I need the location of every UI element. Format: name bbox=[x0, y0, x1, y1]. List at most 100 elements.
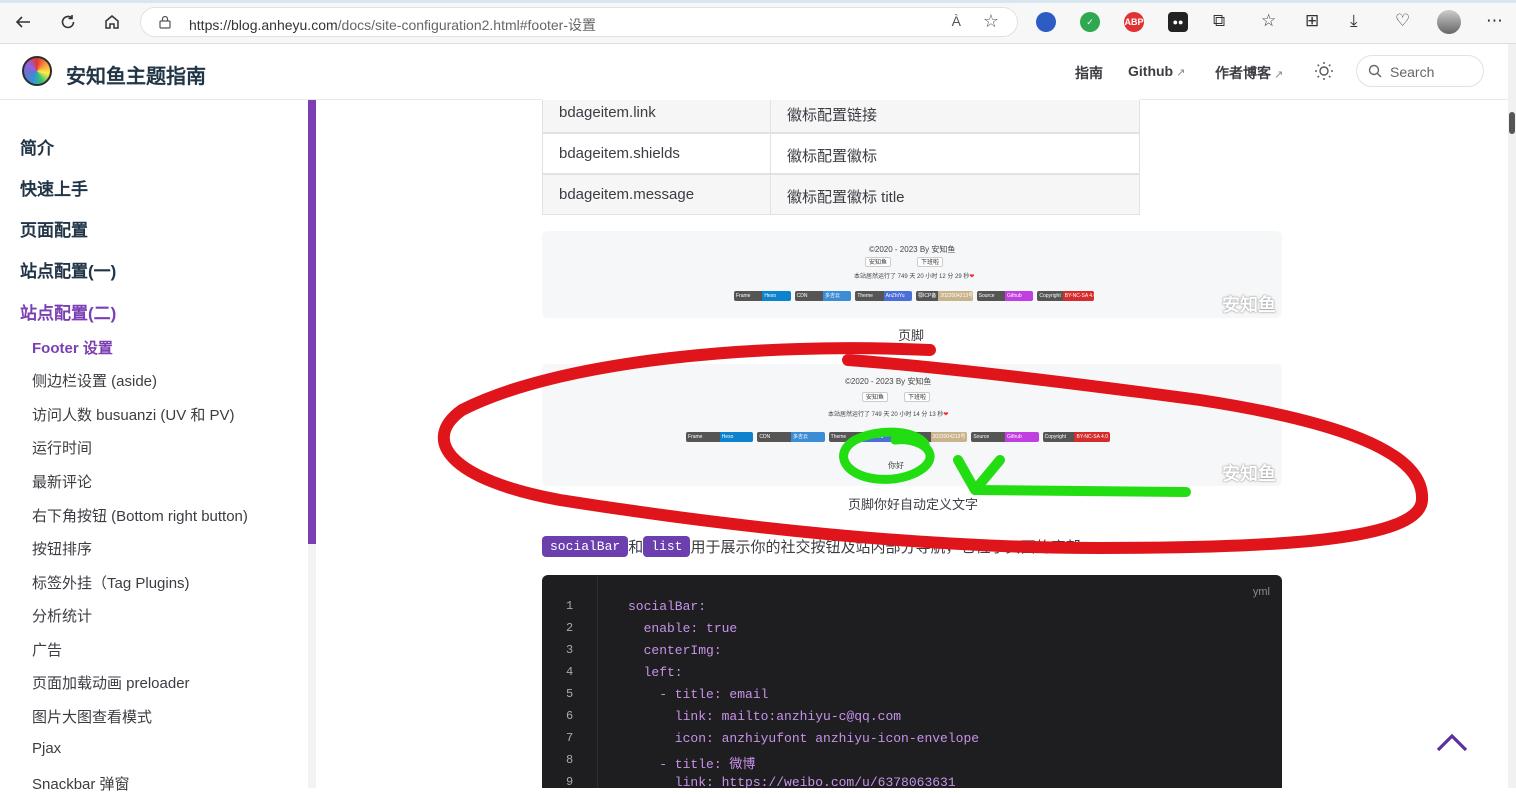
refresh-icon[interactable] bbox=[55, 10, 81, 34]
nav-author-blog-label: 作者博客 bbox=[1215, 65, 1271, 81]
fig2-runtime: 本站居然运行了 749 天 20 小时 14 分 13 秒❤ bbox=[828, 409, 948, 418]
sidebar-item-bottom-right-button[interactable]: 右下角按钮 (Bottom right button) bbox=[32, 505, 248, 526]
badge-value: BY-NC-SA 4.0 bbox=[1062, 291, 1094, 301]
badge-value: AnZhiYu bbox=[883, 291, 912, 301]
code-language-label: yml bbox=[1252, 586, 1270, 598]
code-line: enable: true bbox=[628, 621, 738, 636]
sidebar-item-aside[interactable]: 侧边栏设置 (aside) bbox=[32, 370, 157, 391]
badge-value: 多吉云 bbox=[791, 432, 825, 442]
back-icon[interactable] bbox=[10, 10, 36, 34]
fig2-caption: 页脚你好自动定义文字 bbox=[848, 497, 979, 512]
adblock-icon[interactable]: ABP bbox=[1124, 12, 1144, 32]
footer-screenshot-2: ©2020 - 2023 By 安知鱼 安知鱼 下班啦 本站居然运行了 749 … bbox=[542, 364, 1282, 486]
line-number: 1 bbox=[566, 599, 574, 613]
heart-icon: ❤ bbox=[969, 274, 975, 280]
footer-badge: 鄂ICP备 2022004213号 bbox=[916, 291, 973, 301]
sidebar-item-tag-plugins[interactable]: 标签外挂（Tag Plugins) bbox=[32, 572, 190, 593]
tab-strip bbox=[0, 0, 1516, 3]
sidebar-item-runtime[interactable]: 运行时间 bbox=[32, 437, 92, 458]
performance-icon[interactable]: ♡ bbox=[1395, 11, 1410, 31]
download-icon[interactable]: ⤓ bbox=[1350, 11, 1358, 31]
sidebar-item-pjax[interactable]: Pjax bbox=[32, 740, 61, 757]
fig2-btn1: 安知鱼 bbox=[862, 392, 889, 402]
address-bar[interactable]: https://blog.anheyu.com/docs/site-config… bbox=[140, 7, 1018, 37]
badge-label: Theme bbox=[855, 291, 884, 301]
sidebar-item-comments[interactable]: 最新评论 bbox=[32, 471, 92, 492]
social-bar-paragraph: socialBar 和 list 用于展示你的社交按钮及站内部分导航，它位于页面… bbox=[542, 536, 1095, 557]
fig1-caption: 页脚 bbox=[898, 328, 925, 343]
site-logo[interactable] bbox=[22, 56, 52, 86]
search-placeholder: Search bbox=[1390, 64, 1435, 80]
extension-icon[interactable] bbox=[1036, 12, 1056, 32]
sidebar-section-site-config-2[interactable]: 站点配置(二) bbox=[20, 299, 116, 324]
shield-extension-icon[interactable]: ✓ bbox=[1080, 12, 1100, 32]
sidebar-item-analytics[interactable]: 分析统计 bbox=[32, 605, 92, 626]
lock-icon[interactable] bbox=[159, 15, 171, 29]
badge-value: Github bbox=[1004, 291, 1034, 301]
sidebar-item-footer[interactable]: Footer 设置 bbox=[32, 337, 113, 358]
favorite-star-icon[interactable]: ☆ bbox=[983, 11, 999, 32]
page-scrollbar[interactable] bbox=[1508, 44, 1516, 788]
page-scrollbar-thumb[interactable] bbox=[1509, 112, 1515, 134]
back-to-top-chevron-icon[interactable] bbox=[1436, 730, 1468, 754]
collections-icon[interactable]: ⊞ bbox=[1305, 11, 1319, 31]
sidebar-item-busuanzi[interactable]: 访问人数 busuanzi (UV 和 PV) bbox=[32, 404, 235, 425]
para-joiner: 和 bbox=[628, 539, 644, 556]
para-text: 用于展示你的社交按钮及站内部分导航，它位于页面的底部。 bbox=[690, 539, 1096, 556]
nav-author-blog[interactable]: 作者博客 ↗ bbox=[1215, 63, 1283, 83]
fig1-copyright: ©2020 - 2023 By 安知鱼 bbox=[869, 245, 956, 254]
profile-avatar[interactable] bbox=[1437, 10, 1461, 34]
favorites-icon[interactable]: ☆ bbox=[1261, 11, 1276, 31]
sidebar-section-site-config-1[interactable]: 站点配置(一) bbox=[20, 257, 116, 282]
header-overlap-mask bbox=[542, 92, 1140, 100]
line-number: 4 bbox=[566, 665, 574, 679]
fig2-runtime-text: 本站居然运行了 749 天 20 小时 14 分 13 秒 bbox=[828, 412, 944, 418]
badge-value: AnZhiYu bbox=[862, 432, 896, 442]
sidebar-section-quickstart[interactable]: 快速上手 bbox=[20, 175, 88, 200]
read-aloud-icon[interactable]: À bbox=[952, 13, 961, 29]
home-icon[interactable] bbox=[99, 10, 125, 34]
badge-label: 鄂ICP备 bbox=[916, 291, 939, 301]
sidebar-item-image-viewer[interactable]: 图片大图查看模式 bbox=[32, 706, 152, 727]
badge-label: CDN bbox=[757, 432, 791, 442]
extensions-puzzle-icon[interactable]: ⧉ bbox=[1213, 11, 1225, 31]
more-menu-icon[interactable]: ⋯ bbox=[1486, 11, 1503, 31]
badge-value: Github bbox=[1005, 432, 1039, 442]
table-cell: bdageitem.message bbox=[542, 174, 771, 215]
footer-badge: Source Github bbox=[976, 291, 1034, 301]
code-line: centerImg: bbox=[628, 643, 722, 658]
sidebar-item-snackbar[interactable]: Snackbar 弹窗 bbox=[32, 773, 130, 794]
badge-label: Frame bbox=[686, 432, 720, 442]
sidebar-item-preloader[interactable]: 页面加载动画 preloader bbox=[32, 672, 190, 693]
tampermonkey-icon[interactable]: ●● bbox=[1168, 12, 1188, 32]
external-link-icon: ↗ bbox=[1176, 67, 1186, 79]
line-number: 6 bbox=[566, 709, 574, 723]
line-number: 8 bbox=[566, 753, 574, 767]
code-line: socialBar: bbox=[628, 599, 707, 614]
badge-label: Theme bbox=[828, 432, 863, 442]
nav-github[interactable]: Github ↗ bbox=[1128, 63, 1185, 79]
fig2-badge-row: Frame Hexo CDN 多吉云 Theme AnZhiYu 鄂ICP备 20220042… bbox=[686, 432, 1110, 442]
line-number: 5 bbox=[566, 687, 574, 701]
fig1-badge-row: Frame Hexo CDN 多吉云 Theme AnZhiYu 鄂ICP备 20220042… bbox=[734, 291, 1094, 301]
table-cell: 徽标配置徽标 title bbox=[770, 174, 1140, 215]
sidebar-section-intro[interactable]: 简介 bbox=[20, 134, 54, 159]
theme-toggle-sun-icon[interactable] bbox=[1314, 61, 1334, 81]
url-text[interactable]: https://blog.anheyu.com/docs/site-config… bbox=[189, 15, 596, 35]
sidebar-scrollbar-thumb[interactable] bbox=[308, 100, 316, 544]
badge-label: 鄂ICP备 bbox=[900, 432, 931, 442]
fig1-watermark: 安知鱼 bbox=[1222, 295, 1276, 315]
site-title[interactable]: 安知鱼主题指南 bbox=[66, 60, 206, 89]
nav-guide[interactable]: 指南 bbox=[1075, 63, 1103, 83]
line-number: 7 bbox=[566, 731, 574, 745]
fig2-watermark: 安知鱼 bbox=[1222, 464, 1276, 484]
sidebar-section-page-config[interactable]: 页面配置 bbox=[20, 216, 88, 241]
search-input[interactable]: Search bbox=[1356, 55, 1484, 87]
sidebar-item-ads[interactable]: 广告 bbox=[32, 639, 62, 660]
table-cell: bdageitem.shields bbox=[542, 133, 771, 174]
yaml-code-block[interactable]: yml 1 2 3 4 5 6 7 8 9 socialBar: enable:… bbox=[542, 575, 1282, 788]
sidebar-item-button-order[interactable]: 按钮排序 bbox=[32, 538, 92, 559]
badge-label: CDN bbox=[794, 291, 823, 301]
fig1-runtime: 本站居然运行了 749 天 20 小时 12 分 29 秒❤ bbox=[854, 271, 974, 280]
nav-github-label: Github bbox=[1128, 63, 1174, 79]
